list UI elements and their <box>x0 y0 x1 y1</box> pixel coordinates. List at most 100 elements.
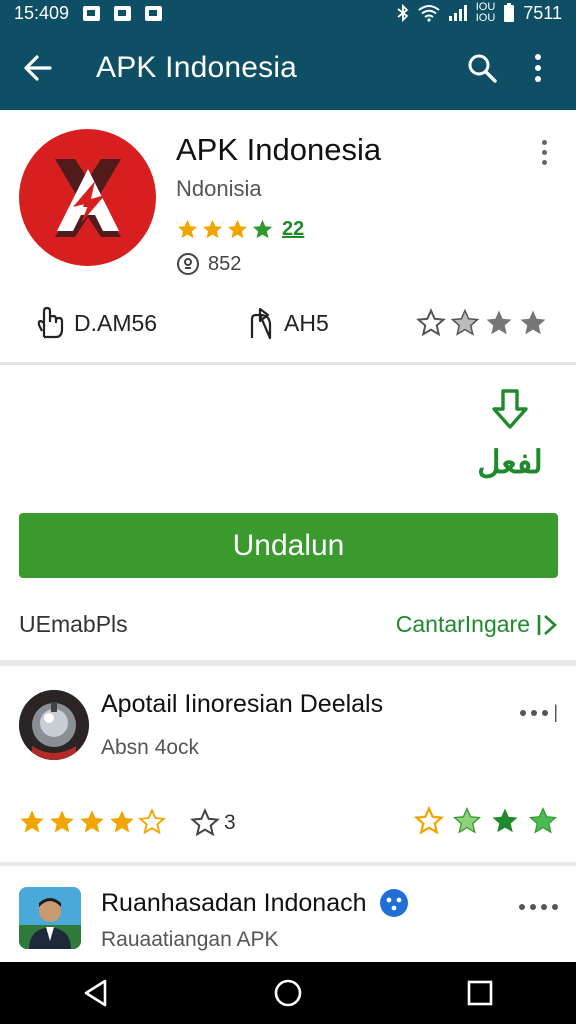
download-count: 852 <box>208 252 242 275</box>
download-badge[interactable]: لفعل <box>462 387 558 487</box>
search-icon <box>468 54 497 83</box>
star-outline-icon <box>414 806 444 835</box>
list-item-title: Apotail Iinoresian Deelals <box>101 690 384 718</box>
app-meta-row: D.AM56 AH5 <box>0 298 576 348</box>
rating-count[interactable]: 22 <box>282 218 304 241</box>
data-indicator: IOU IOU <box>476 2 496 24</box>
app-bar: APK Indonesia <box>0 26 576 110</box>
gallery-icon <box>145 5 163 21</box>
app-rating: 22 <box>176 218 304 241</box>
star-filled-icon <box>80 810 104 833</box>
list-item-rate-action[interactable]: 3 <box>190 808 236 838</box>
download-arrow-icon <box>492 389 528 429</box>
search-button[interactable] <box>454 40 510 96</box>
mail-icon <box>114 5 132 21</box>
more-horiz-dot <box>552 904 558 910</box>
star-half-icon <box>450 308 480 336</box>
download-badge-text: لفعل <box>477 443 543 481</box>
more-horiz-icon <box>519 904 525 910</box>
wifi-icon <box>418 5 440 22</box>
install-button[interactable]: Undalun <box>19 513 558 578</box>
arrow-left-icon <box>24 55 52 81</box>
back-button[interactable] <box>6 36 70 100</box>
more-vert-dot <box>541 159 547 165</box>
list-item-subtitle: Rauaatiangan APK <box>101 928 279 951</box>
meta-item-mid[interactable]: AH5 <box>246 305 329 341</box>
star-outline-icon <box>416 308 446 337</box>
star-filled-icon <box>202 219 223 239</box>
more-vert-icon <box>541 139 547 145</box>
chevron-right-icon <box>537 614 557 635</box>
verified-badge-icon <box>379 889 408 917</box>
star-filled-icon <box>486 310 512 335</box>
square-recents-icon <box>467 980 493 1006</box>
person-avatar-icon <box>19 887 81 949</box>
app-logo[interactable] <box>19 129 156 266</box>
more-horiz-icon <box>520 709 527 716</box>
list-item[interactable]: Ruanhasadan Indonach Rauaatiangan APK <box>0 866 576 962</box>
meta-left-label: D.AM56 <box>74 309 158 336</box>
more-horiz-button[interactable] <box>519 904 558 910</box>
app-name: APK Indonesia <box>176 132 382 167</box>
status-time: 15:409 <box>14 2 70 23</box>
install-section: لفعل Undalun UEmabPls CantarIngare <box>0 365 576 660</box>
hand-pointer-icon <box>37 306 64 339</box>
app-more-button[interactable] <box>528 136 560 168</box>
list-item-rating-right[interactable] <box>414 806 558 836</box>
similar-apps-link-label: CantarIngare <box>395 611 530 637</box>
system-nav-bar <box>0 962 576 1024</box>
share-hand-icon <box>250 307 272 340</box>
data-indicator-bottom: IOU <box>475 12 496 24</box>
star-filled-icon <box>227 219 248 239</box>
developer-name[interactable]: Ndonisia <box>176 176 262 202</box>
star-outline-icon <box>138 808 166 835</box>
meta-mid-label: AH5 <box>284 309 329 336</box>
avatar <box>19 887 81 949</box>
more-horiz-tail: | <box>553 702 558 722</box>
list-item-title: Ruanhasadan Indonach <box>101 888 367 917</box>
avatar <box>19 690 89 760</box>
signal-icon <box>448 5 467 21</box>
more-horiz-button[interactable]: | <box>520 702 558 723</box>
app-bar-title: APK Indonesia <box>96 51 298 84</box>
nav-home-button[interactable] <box>256 967 320 1019</box>
nav-back-button[interactable] <box>64 967 128 1019</box>
star-outline-icon <box>190 808 220 837</box>
overflow-menu-button[interactable] <box>510 40 566 96</box>
star-filled-icon <box>50 810 74 833</box>
star-light-green-icon <box>452 806 482 834</box>
nav-recents-button[interactable] <box>448 967 512 1019</box>
star-filled-icon <box>110 810 134 833</box>
similar-apps-label: UEmabPls <box>19 611 128 637</box>
more-horiz-dot <box>531 709 538 716</box>
apk-logo-icon <box>54 158 121 237</box>
download-count-icon <box>177 253 199 275</box>
more-vert-dot <box>541 149 547 155</box>
circle-home-icon <box>274 979 302 1007</box>
status-time-right: 7511 <box>523 2 562 23</box>
play-store-screen: 15:409 IOU IOU 7511 APK Indonesia APK In… <box>0 0 576 1024</box>
star-filled-icon <box>177 219 198 239</box>
battery-icon <box>504 3 515 22</box>
star-filled-icon <box>492 808 518 833</box>
status-bar: 15:409 IOU IOU 7511 <box>0 0 576 26</box>
list-item[interactable]: Apotail Iinoresian Deelals Absn 4ock | 3 <box>0 666 576 862</box>
star-filled-icon <box>20 810 44 833</box>
notification-icon <box>83 5 101 21</box>
star-light-green-icon <box>528 806 558 834</box>
list-item-title-row: Ruanhasadan Indonach <box>101 888 409 918</box>
star-filled-icon <box>252 219 273 239</box>
similar-apps-link[interactable]: CantarIngare <box>396 611 558 638</box>
meta-item-left[interactable]: D.AM56 <box>32 305 157 341</box>
app-header-card: APK Indonesia Ndonisia 22 852 D.AM56 AH5 <box>0 110 576 362</box>
app-thumbnail-icon <box>19 690 89 760</box>
meta-star-rating[interactable] <box>416 308 548 338</box>
downloads-row: 852 <box>176 252 241 276</box>
more-horiz-dot <box>541 904 547 910</box>
triangle-back-icon <box>84 979 107 1007</box>
more-vert-icon <box>535 54 541 82</box>
list-item-subtitle: Absn 4ock <box>101 736 200 759</box>
more-horiz-dot <box>530 904 536 910</box>
more-horiz-dot <box>542 709 549 716</box>
bluetooth-icon <box>397 4 409 22</box>
